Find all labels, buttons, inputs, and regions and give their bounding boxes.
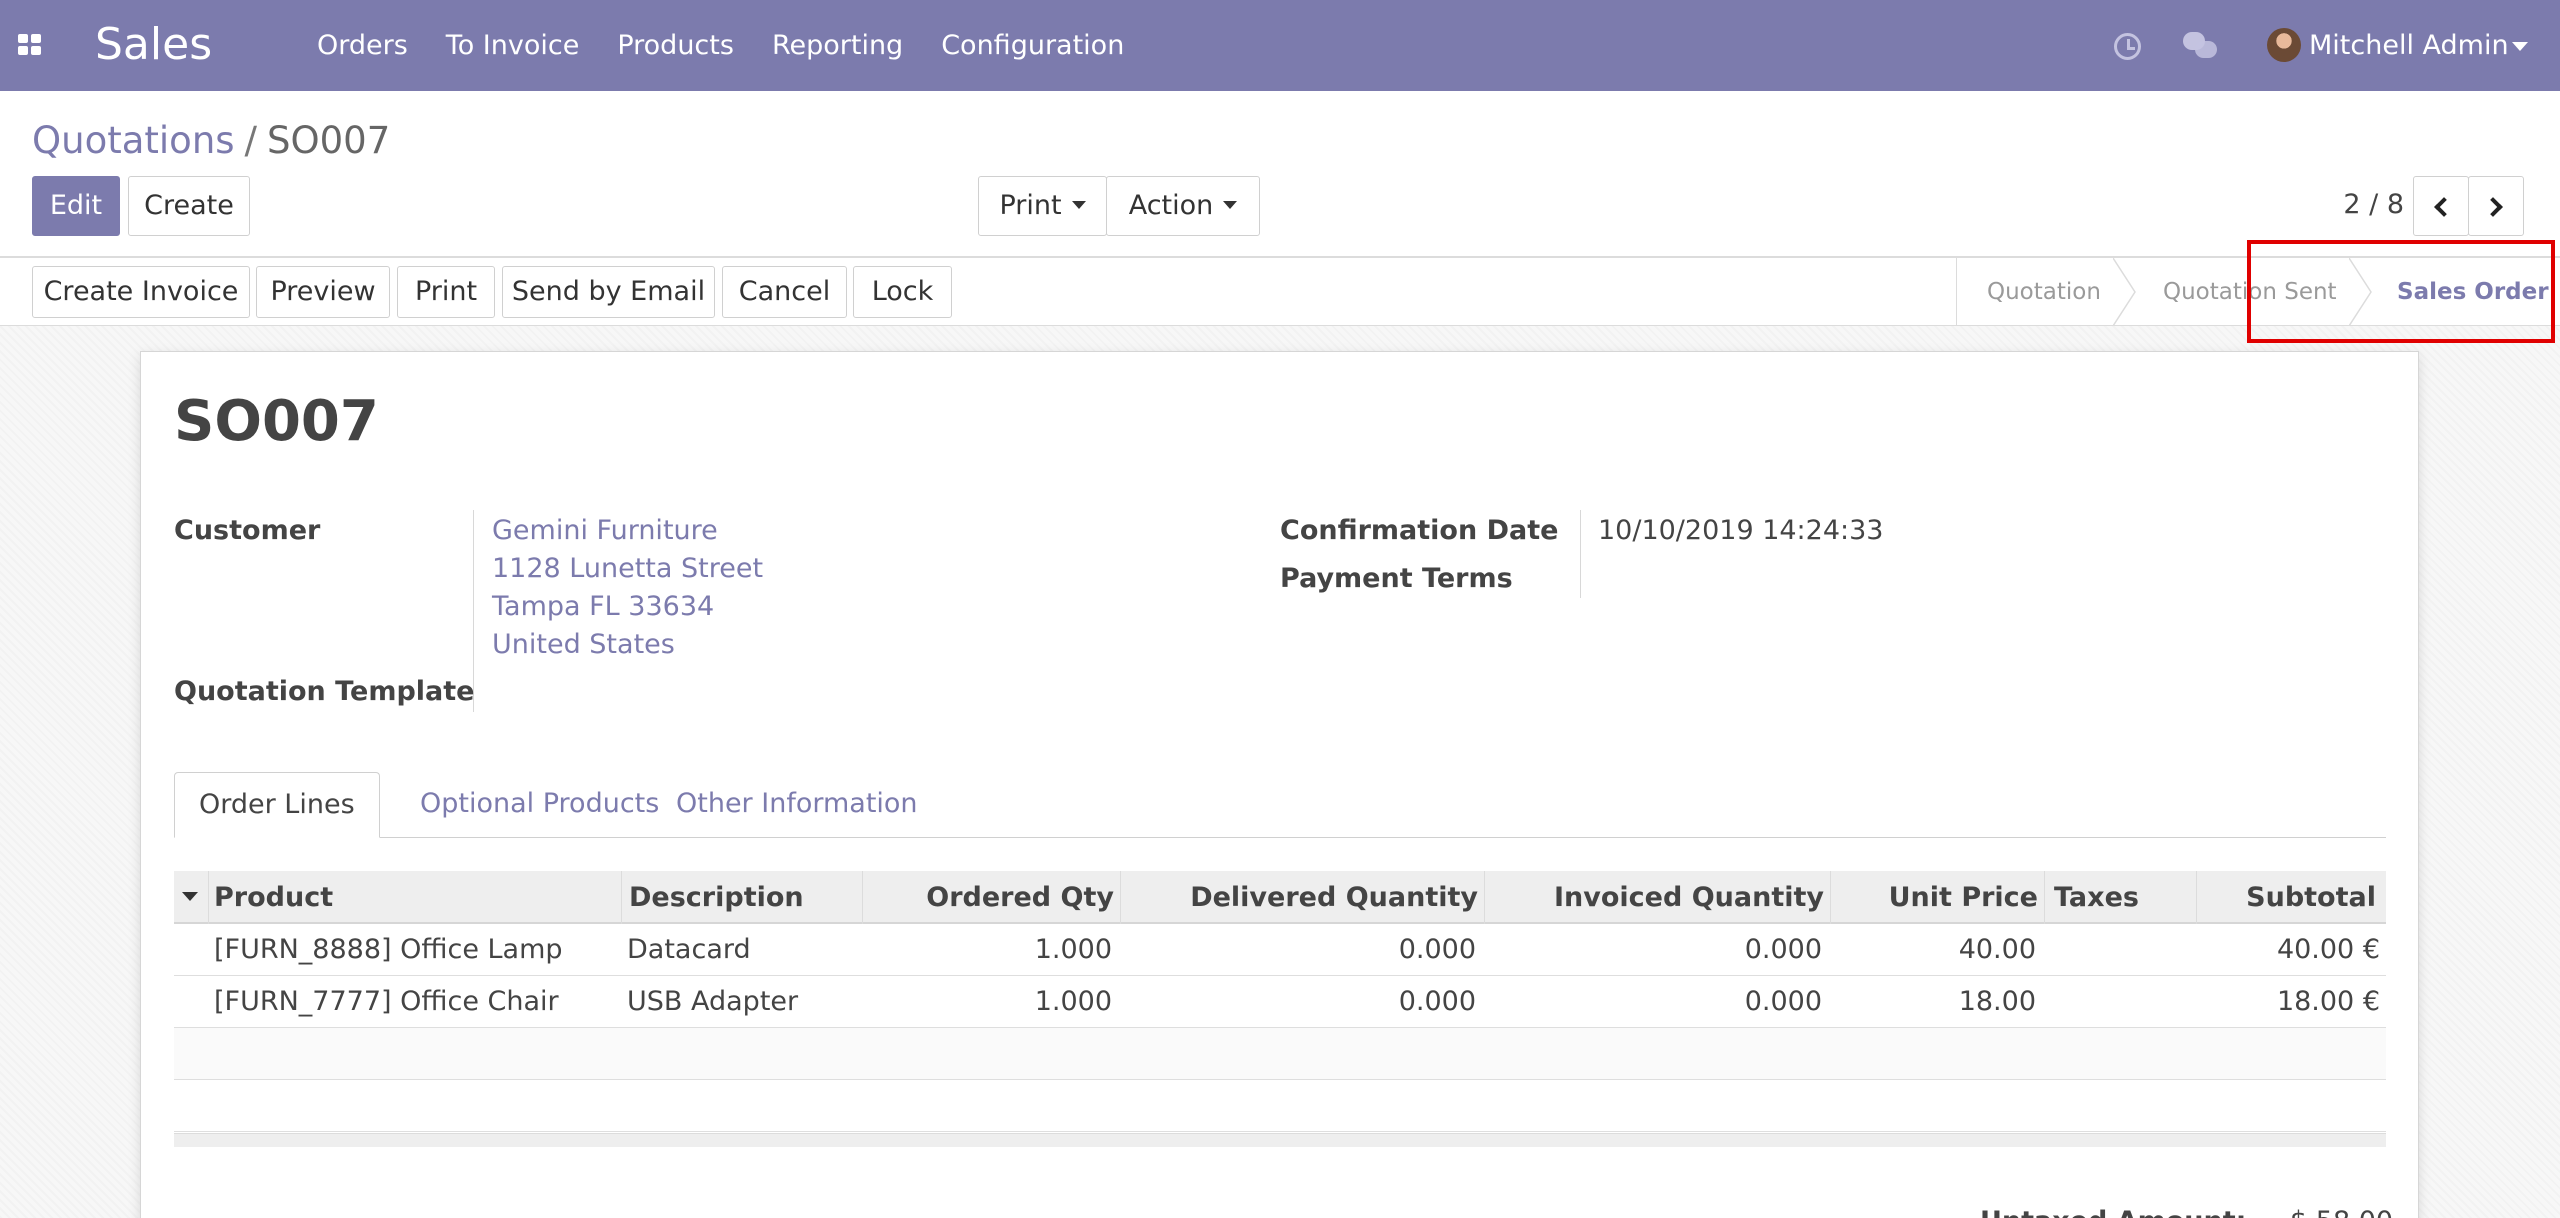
chevron-right-icon — [2483, 197, 2503, 217]
chat-icon[interactable] — [2183, 32, 2217, 60]
print-dropdown[interactable]: Print — [978, 176, 1107, 236]
avatar[interactable] — [2267, 28, 2301, 62]
confirmation-date-value: 10/10/2019 14:24:33 — [1598, 515, 1884, 546]
order-title: SO007 — [174, 389, 379, 454]
menu-reporting[interactable]: Reporting — [772, 27, 903, 65]
pager-previous-button[interactable] — [2413, 176, 2469, 236]
menu-configuration[interactable]: Configuration — [941, 27, 1124, 65]
column-separator — [2196, 871, 2197, 924]
column-delivered-quantity[interactable]: Delivered Quantity — [1122, 871, 1478, 924]
form-tabs: Order Lines Optional Products Other Info… — [174, 772, 2386, 838]
menu-orders[interactable]: Orders — [317, 27, 408, 65]
tab-optional-products[interactable]: Optional Products — [396, 772, 683, 838]
customer-city: Tampa FL 33634 — [492, 591, 715, 622]
status-bar: Create Invoice Preview Print Send by Ema… — [0, 258, 2560, 326]
print-dropdown-label: Print — [999, 190, 1062, 221]
cell-description: USB Adapter — [627, 986, 799, 1017]
column-separator — [1120, 871, 1121, 924]
edit-button[interactable]: Edit — [32, 176, 120, 236]
cell-delivered-qty: 0.000 — [1398, 934, 1476, 965]
untaxed-amount-value: $ 58.00 — [2290, 1203, 2393, 1218]
column-product[interactable]: Product — [214, 871, 333, 924]
cell-ordered-qty: 1.000 — [1034, 934, 1112, 965]
confirmation-date-label: Confirmation Date — [1280, 515, 1559, 546]
table-row-empty — [174, 1080, 2386, 1132]
column-separator — [208, 871, 209, 924]
table-row-empty — [174, 1028, 2386, 1080]
chevron-down-icon[interactable] — [2512, 42, 2528, 51]
pager-next-button[interactable] — [2468, 176, 2524, 236]
menu-products[interactable]: Products — [617, 27, 734, 65]
send-by-email-button[interactable]: Send by Email — [502, 266, 715, 318]
chevron-left-icon — [2434, 197, 2454, 217]
cell-subtotal: 18.00 € — [2276, 986, 2380, 1017]
column-separator — [862, 871, 863, 924]
customer-label: Customer — [174, 515, 321, 546]
breadcrumb: Quotations / SO007 — [32, 116, 390, 166]
table-row[interactable]: [FURN_8888] Office Lamp Datacard 1.000 0… — [174, 924, 2386, 976]
column-unit-price[interactable]: Unit Price — [1832, 871, 2038, 924]
cell-invoiced-qty: 0.000 — [1744, 986, 1822, 1017]
cell-unit-price: 18.00 — [1958, 986, 2036, 1017]
column-subtotal[interactable]: Subtotal — [2198, 871, 2376, 924]
cell-unit-price: 40.00 — [1958, 934, 2036, 965]
table-row[interactable]: [FURN_7777] Office Chair USB Adapter 1.0… — [174, 976, 2386, 1028]
column-taxes[interactable]: Taxes — [2054, 871, 2139, 924]
column-invoiced-quantity[interactable]: Invoiced Quantity — [1486, 871, 1824, 924]
cell-subtotal: 40.00 € — [2276, 934, 2380, 965]
cell-invoiced-qty: 0.000 — [1744, 934, 1822, 965]
app-title: Sales — [95, 19, 213, 70]
field-separator — [1580, 510, 1581, 598]
stage-arrow — [2113, 258, 2136, 326]
create-button[interactable]: Create — [128, 176, 250, 236]
clock-icon[interactable] — [2114, 33, 2141, 60]
preview-button[interactable]: Preview — [256, 266, 390, 318]
breadcrumb-separator: / — [244, 119, 258, 162]
breadcrumb-current: SO007 — [267, 119, 391, 162]
pager-value[interactable]: 2 / 8 — [2330, 186, 2404, 224]
caret-down-icon — [1071, 200, 1086, 209]
table-header: Product Description Ordered Qty Delivere… — [174, 871, 2386, 924]
tab-other-information[interactable]: Other Information — [652, 772, 942, 838]
caret-down-icon — [1223, 200, 1238, 209]
customer-street: 1128 Lunetta Street — [492, 553, 764, 584]
column-separator — [621, 871, 622, 924]
cell-product: [FURN_7777] Office Chair — [214, 986, 559, 1017]
customer-name[interactable]: Gemini Furniture — [492, 512, 763, 550]
cell-delivered-qty: 0.000 — [1398, 986, 1476, 1017]
menu-to-invoice[interactable]: To Invoice — [446, 27, 580, 65]
main-menu: Orders To Invoice Products Reporting Con… — [317, 27, 1124, 65]
untaxed-amount-label: Untaxed Amount: — [1980, 1203, 2246, 1218]
tab-order-lines[interactable]: Order Lines — [174, 772, 380, 838]
lock-button[interactable]: Lock — [853, 266, 952, 318]
customer-address[interactable]: Gemini Furniture 1128 Lunetta Street Tam… — [492, 512, 763, 664]
column-description[interactable]: Description — [629, 871, 804, 924]
cell-product: [FURN_8888] Office Lamp — [214, 934, 563, 965]
stage-quotation[interactable]: Quotation — [1987, 258, 2101, 326]
action-dropdown-label: Action — [1128, 190, 1214, 221]
column-separator — [2044, 871, 2045, 924]
column-separator — [1484, 871, 1485, 924]
create-invoice-button[interactable]: Create Invoice — [32, 266, 250, 318]
breadcrumb-quotations[interactable]: Quotations — [32, 119, 235, 162]
action-dropdown[interactable]: Action — [1106, 176, 1260, 236]
quotation-template-label: Quotation Template — [174, 676, 475, 707]
payment-terms-label: Payment Terms — [1280, 563, 1513, 594]
print-button[interactable]: Print — [397, 266, 495, 318]
top-navbar: Sales Orders To Invoice Products Reporti… — [0, 0, 2560, 91]
table-footer — [174, 1133, 2386, 1147]
user-menu[interactable]: Mitchell Admin — [2309, 27, 2509, 65]
column-separator — [1830, 871, 1831, 924]
caret-down-icon[interactable] — [182, 892, 198, 901]
cell-ordered-qty: 1.000 — [1034, 986, 1112, 1017]
column-ordered-qty[interactable]: Ordered Qty — [864, 871, 1114, 924]
apps-grid-icon[interactable] — [18, 34, 44, 56]
cancel-button[interactable]: Cancel — [722, 266, 847, 318]
highlight-box — [2247, 240, 2555, 343]
cell-description: Datacard — [627, 934, 751, 965]
customer-country: United States — [492, 629, 675, 660]
